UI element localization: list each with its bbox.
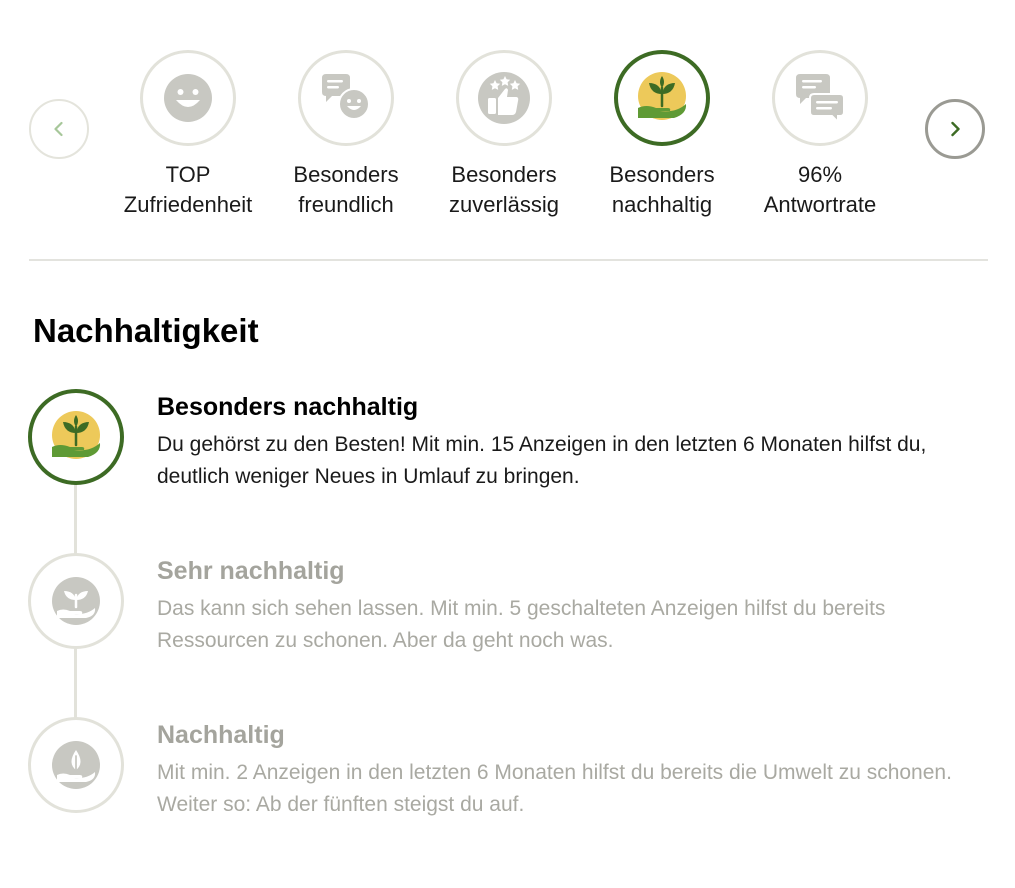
- plant-in-hand-icon: [638, 72, 687, 120]
- sprout-in-hand-icon: [52, 577, 100, 625]
- carousel-next-button[interactable]: [925, 99, 985, 159]
- badge-besonders-zuverlaessig[interactable]: Besonders zuverlässig: [424, 50, 584, 220]
- badge-label: Besonders nachhaltig: [609, 160, 714, 220]
- page-title: Nachhaltigkeit: [33, 312, 259, 349]
- badge-icon-circle: [140, 50, 236, 146]
- smiley-face-icon: [164, 74, 212, 122]
- plant-in-hand-icon: [52, 411, 101, 459]
- badge-besonders-freundlich[interactable]: Besonders freundlich: [266, 50, 426, 220]
- badge-label-line2: Antwortrate: [763, 192, 877, 217]
- level-title: Besonders nachhaltig: [157, 393, 419, 421]
- badge-label: TOP Zufriedenheit: [124, 160, 252, 220]
- badge-antwortrate[interactable]: 96% Antwortrate: [740, 50, 900, 220]
- section-divider: [29, 259, 988, 261]
- badge-label-line1: 96%: [797, 162, 843, 187]
- carousel-prev-button[interactable]: [29, 99, 89, 159]
- badge-label: Besonders freundlich: [293, 160, 398, 220]
- badge-label-line1: TOP: [165, 162, 211, 187]
- badge-label-line2: Zufriedenheit: [123, 192, 253, 217]
- level-icon-circle: [28, 553, 124, 649]
- badge-icon-circle-active: [614, 50, 710, 146]
- badge-label-line1: Besonders: [293, 162, 399, 187]
- level-title: Sehr nachhaltig: [157, 557, 345, 585]
- badge-label: Besonders zuverlässig: [449, 160, 559, 220]
- timeline-connector: [74, 648, 77, 718]
- badge-label-line1: Besonders: [451, 162, 557, 187]
- thumbs-up-stars-icon: [478, 72, 530, 124]
- level-item: Besonders nachhaltig Du gehörst zu den B…: [157, 391, 987, 493]
- level-description: Mit min. 2 Anzeigen in den letzten 6 Mon…: [157, 761, 952, 816]
- badge-label-line2: freundlich: [298, 192, 394, 217]
- level-icon-circle-active: [28, 389, 124, 485]
- level-description: Das kann sich sehen lassen. Mit min. 5 g…: [157, 597, 886, 652]
- badge-icon-circle: [456, 50, 552, 146]
- chat-bubbles-icon: [322, 74, 370, 120]
- badge-label-line1: Besonders: [609, 162, 715, 187]
- leaf-in-hand-icon: [52, 741, 100, 789]
- badge-label-line2: nachhaltig: [611, 192, 713, 217]
- badge-label: 96% Antwortrate: [764, 160, 877, 220]
- timeline-connector: [74, 484, 77, 554]
- level-title: Nachhaltig: [157, 721, 285, 749]
- message-bubbles-icon: [796, 74, 845, 124]
- level-icon-circle: [28, 717, 124, 813]
- chevron-right-icon: [951, 121, 960, 137]
- badge-top-zufriedenheit[interactable]: TOP Zufriedenheit: [108, 50, 268, 220]
- level-description: Du gehörst zu den Besten! Mit min. 15 An…: [157, 433, 927, 488]
- badge-icon-circle: [772, 50, 868, 146]
- level-item: Nachhaltig Mit min. 2 Anzeigen in den le…: [157, 719, 987, 821]
- seller-badges-panel: TOP Zufriedenheit Besonders freundlich B…: [0, 0, 1015, 888]
- chevron-left-icon: [54, 121, 63, 137]
- badge-besonders-nachhaltig[interactable]: Besonders nachhaltig: [582, 50, 742, 220]
- badge-icon-circle: [298, 50, 394, 146]
- badge-label-line2: zuverlässig: [448, 192, 560, 217]
- level-item: Sehr nachhaltig Das kann sich sehen lass…: [157, 555, 987, 657]
